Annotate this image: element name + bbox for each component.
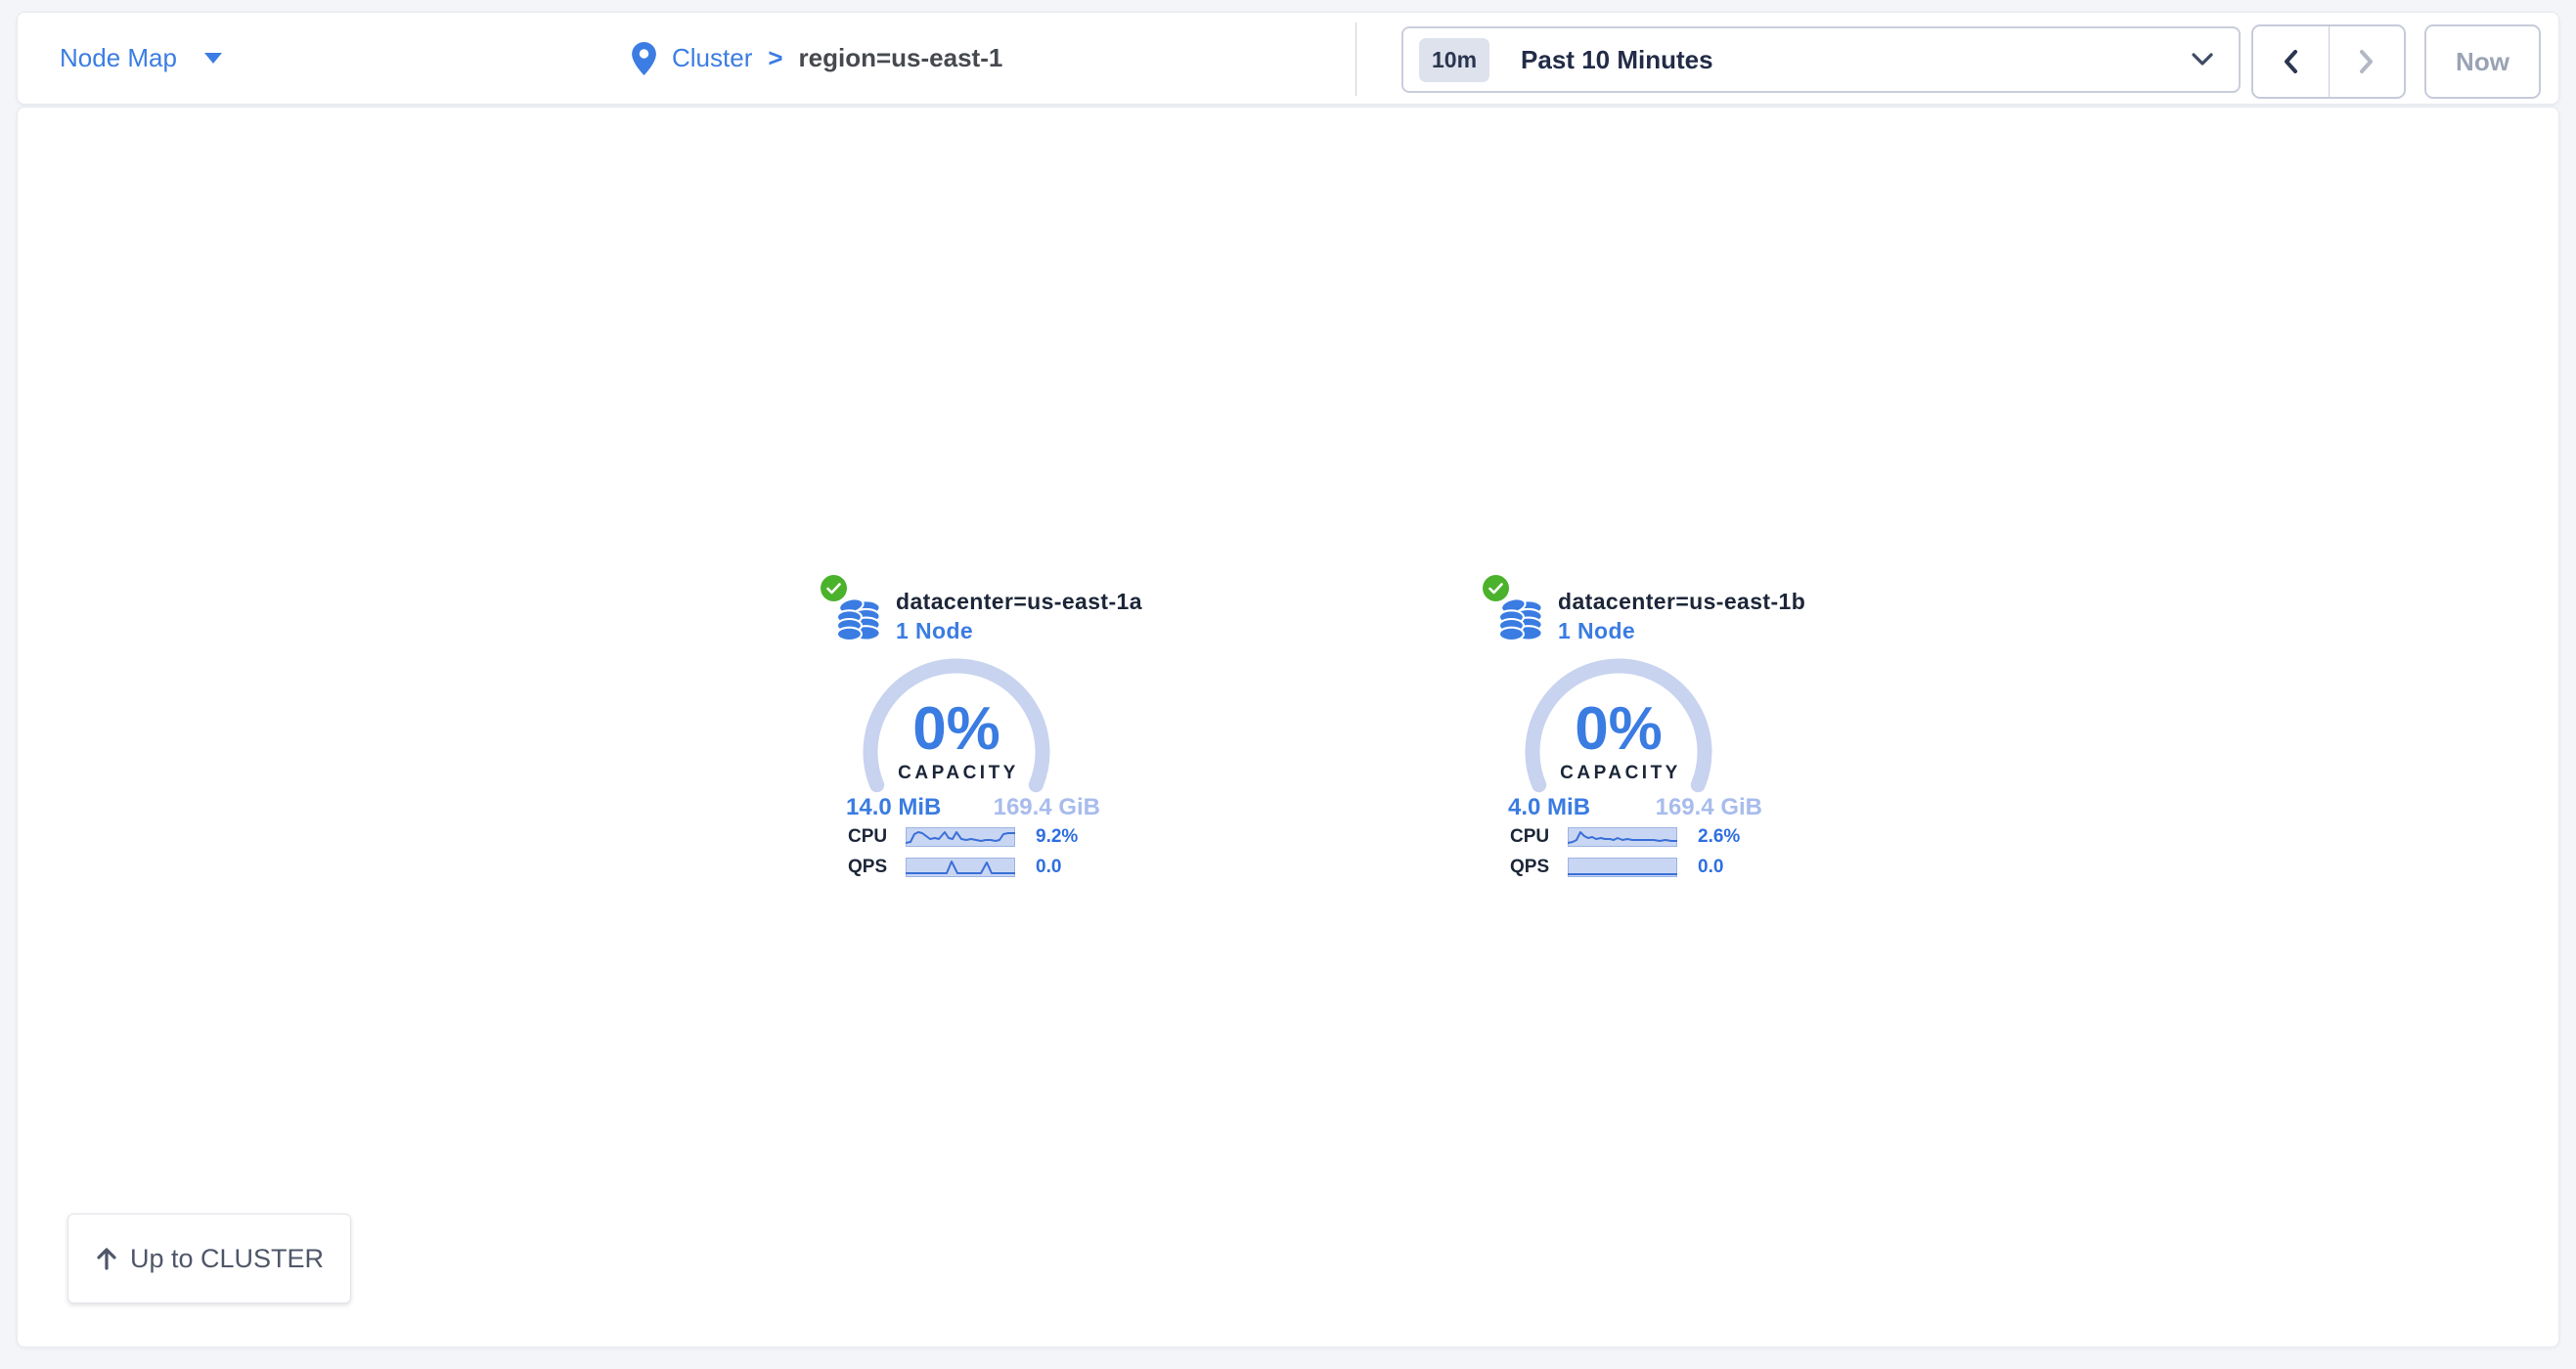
chevron-right-icon xyxy=(2359,49,2375,74)
capacity-used: 14.0 MiB xyxy=(846,794,941,821)
view-selector-label: Node Map xyxy=(60,43,177,73)
capacity-caption: CAPACITY xyxy=(1560,763,1681,783)
datacenter-name: datacenter=us-east-1a xyxy=(896,589,1142,615)
node-count: 1 Node xyxy=(896,618,973,644)
up-to-cluster-button[interactable]: Up to CLUSTER xyxy=(67,1214,351,1303)
capacity-used: 4.0 MiB xyxy=(1508,794,1590,821)
qps-sparkline xyxy=(906,858,1015,877)
qps-label: QPS xyxy=(848,857,906,878)
capacity-total: 169.4 GiB xyxy=(994,794,1100,821)
cpu-label: CPU xyxy=(848,826,906,848)
qps-value: 0.0 xyxy=(1036,857,1061,878)
cpu-label: CPU xyxy=(1510,826,1568,848)
chevron-down-icon xyxy=(2192,53,2213,66)
database-stack-icon xyxy=(1498,594,1545,644)
qps-value: 0.0 xyxy=(1698,857,1723,878)
capacity-percent: 0% xyxy=(912,695,1000,763)
database-stack-icon xyxy=(836,594,883,644)
capacity-percent: 0% xyxy=(1575,695,1663,763)
cpu-sparkline xyxy=(906,827,1015,847)
cpu-value: 9.2% xyxy=(1036,826,1078,848)
datacenter-card-us-east-1b[interactable]: datacenter=us-east-1b 1 Node 0% CAPACITY… xyxy=(1483,575,1788,900)
capacity-values: 4.0 MiB 169.4 GiB xyxy=(1508,794,1762,821)
cpu-value: 2.6% xyxy=(1698,826,1740,848)
arrow-up-icon xyxy=(95,1246,118,1271)
time-range-badge: 10m xyxy=(1419,38,1489,82)
qps-sparkline xyxy=(1568,858,1677,877)
cpu-sparkline xyxy=(1568,827,1677,847)
breadcrumb: Cluster > region=us-east-1 xyxy=(632,13,1002,104)
prev-time-button[interactable] xyxy=(2253,26,2330,97)
capacity-caption: CAPACITY xyxy=(898,763,1019,783)
time-range-label: Past 10 Minutes xyxy=(1521,45,1713,75)
qps-metric-row: QPS 0.0 xyxy=(1510,857,1723,878)
capacity-total: 169.4 GiB xyxy=(1656,794,1762,821)
breadcrumb-separator: > xyxy=(768,43,782,73)
now-button[interactable]: Now xyxy=(2424,24,2541,99)
cpu-metric-row: CPU 9.2% xyxy=(848,826,1078,848)
view-selector-dropdown[interactable]: Node Map xyxy=(60,13,222,104)
up-to-cluster-label: Up to CLUSTER xyxy=(130,1244,324,1274)
chevron-left-icon xyxy=(2283,49,2298,74)
time-range-selector[interactable]: 10m Past 10 Minutes xyxy=(1401,26,2241,93)
caret-down-icon xyxy=(204,53,222,64)
qps-metric-row: QPS 0.0 xyxy=(848,857,1061,878)
datacenter-card-us-east-1a[interactable]: datacenter=us-east-1a 1 Node 0% CAPACITY… xyxy=(821,575,1126,900)
datacenter-name: datacenter=us-east-1b xyxy=(1558,589,1805,615)
breadcrumb-cluster-link[interactable]: Cluster xyxy=(672,43,752,73)
map-pin-icon xyxy=(632,42,656,75)
capacity-values: 14.0 MiB 169.4 GiB xyxy=(846,794,1100,821)
node-map-canvas: datacenter=us-east-1a 1 Node 0% CAPACITY… xyxy=(17,107,2559,1347)
top-bar: Node Map Cluster > region=us-east-1 10m … xyxy=(17,12,2559,105)
breadcrumb-current: region=us-east-1 xyxy=(799,43,1003,73)
qps-label: QPS xyxy=(1510,857,1568,878)
next-time-button[interactable] xyxy=(2330,26,2405,97)
node-count: 1 Node xyxy=(1558,618,1635,644)
cpu-metric-row: CPU 2.6% xyxy=(1510,826,1740,848)
time-step-buttons xyxy=(2251,24,2406,99)
header-divider xyxy=(1355,22,1356,96)
